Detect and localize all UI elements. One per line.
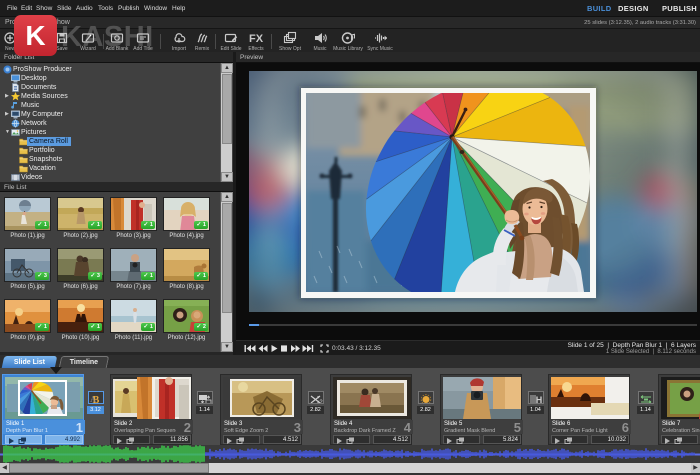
svg-text:H: H	[535, 395, 542, 404]
svg-text:FX: FX	[249, 33, 263, 45]
svg-text:A: A	[90, 395, 96, 404]
svg-text:2: 2	[319, 400, 323, 404]
